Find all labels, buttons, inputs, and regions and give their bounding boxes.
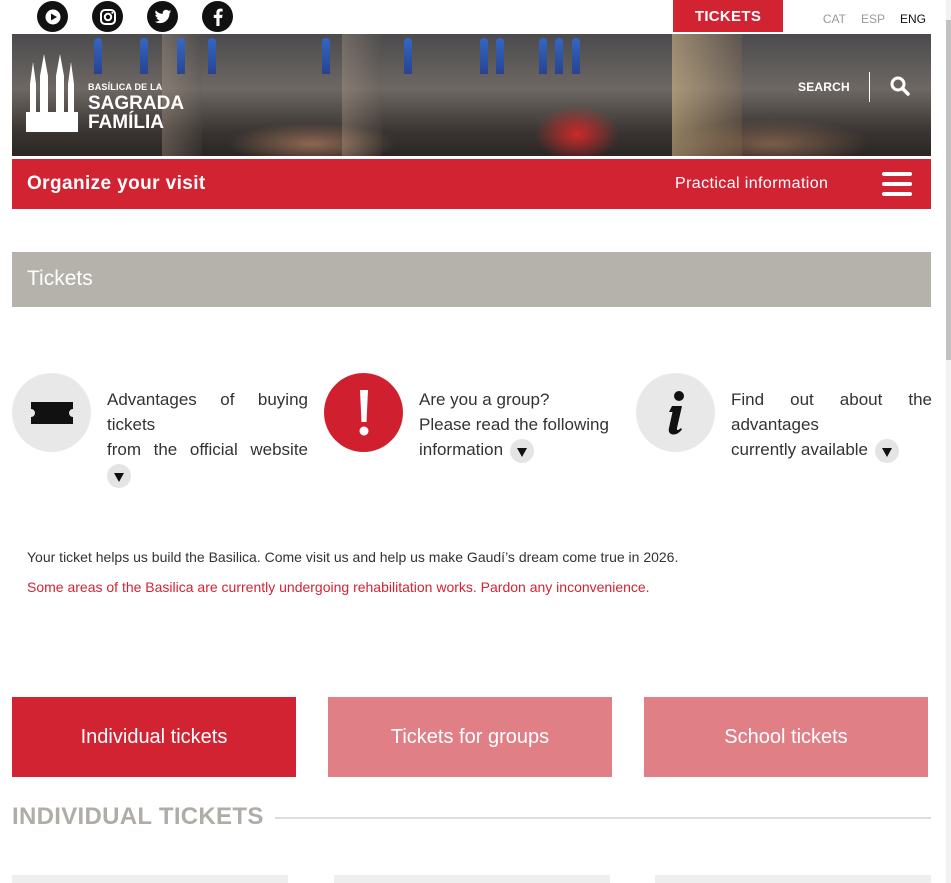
expand-arrow-button[interactable] bbox=[107, 463, 131, 488]
hero-banner: BASÍLICA DE LA SAGRADA FAMÍLIA SEARCH bbox=[12, 34, 931, 156]
feature-official-website: Advantages of buying tickets from the of… bbox=[12, 373, 308, 493]
stained-glass-window bbox=[572, 38, 580, 74]
feature-line: tickets bbox=[107, 415, 156, 434]
top-bar: TICKETS CAT ESP ENG bbox=[0, 0, 951, 34]
info-message: Your ticket helps us build the Basilica.… bbox=[27, 549, 679, 565]
tab-individual-tickets[interactable]: Individual tickets bbox=[12, 697, 296, 777]
instagram-icon[interactable] bbox=[92, 1, 123, 32]
ticket-icon bbox=[12, 373, 91, 452]
sagrada-familia-logo[interactable]: BASÍLICA DE LA SAGRADA FAMÍLIA bbox=[26, 54, 184, 132]
lang-cat[interactable]: CAT bbox=[823, 12, 846, 26]
logo-line-2: SAGRADA bbox=[88, 93, 185, 114]
ticket-card[interactable] bbox=[334, 875, 610, 883]
individual-tickets-heading: INDIVIDUAL TICKETS bbox=[12, 803, 264, 830]
search-icon[interactable] bbox=[890, 76, 910, 101]
basilica-towers-icon bbox=[26, 54, 78, 132]
feature-text: Find out about the advantages currently … bbox=[731, 387, 932, 463]
page-scrollbar[interactable] bbox=[946, 0, 951, 883]
hero-column bbox=[672, 34, 742, 156]
stained-glass-window bbox=[496, 38, 504, 74]
heading-divider bbox=[275, 817, 931, 819]
tab-school-tickets[interactable]: School tickets bbox=[644, 697, 928, 777]
feature-advantages: Find out about the advantages currently … bbox=[636, 373, 932, 493]
stained-glass-window bbox=[539, 38, 547, 74]
youtube-icon[interactable] bbox=[37, 1, 68, 32]
twitter-icon[interactable] bbox=[147, 1, 178, 32]
feature-line: Find out about the bbox=[731, 390, 932, 409]
visit-nav-bar: Organize your visit Practical informatio… bbox=[12, 159, 931, 209]
tickets-button[interactable]: TICKETS bbox=[673, 0, 783, 32]
feature-line: advantages bbox=[731, 415, 819, 434]
stained-glass-window bbox=[404, 38, 412, 74]
search-label[interactable]: SEARCH bbox=[798, 80, 850, 94]
feature-line: currently available bbox=[731, 440, 869, 459]
stained-glass-window bbox=[555, 38, 563, 74]
logo-text: BASÍLICA DE LA SAGRADA FAMÍLIA bbox=[88, 82, 185, 133]
logo-line-1: BASÍLICA DE LA bbox=[88, 82, 163, 92]
feature-groups: Are you a group? Please read the followi… bbox=[324, 373, 620, 493]
warning-message: Some areas of the Basilica are currently… bbox=[27, 579, 650, 595]
scrollbar-thumb[interactable] bbox=[946, 20, 951, 360]
search-divider bbox=[869, 72, 870, 102]
lang-eng[interactable]: ENG bbox=[900, 12, 926, 26]
expand-arrow-button[interactable] bbox=[509, 438, 534, 463]
feature-line: Are you a group? bbox=[419, 390, 550, 409]
chevron-down-icon bbox=[114, 472, 124, 482]
chevron-down-icon bbox=[516, 447, 527, 457]
facebook-icon[interactable] bbox=[202, 1, 233, 32]
stained-glass-window bbox=[208, 38, 216, 74]
feature-text: Advantages of buying tickets from the of… bbox=[107, 387, 308, 488]
feature-text: Are you a group? Please read the followi… bbox=[419, 387, 620, 463]
logo-line-3: FAMÍLIA bbox=[88, 112, 164, 133]
nav-title[interactable]: Organize your visit bbox=[27, 173, 206, 195]
expand-arrow-button[interactable] bbox=[874, 438, 899, 463]
chevron-down-icon bbox=[881, 447, 892, 457]
tab-tickets-for-groups[interactable]: Tickets for groups bbox=[328, 697, 612, 777]
hero-column bbox=[342, 34, 382, 156]
stained-glass-window bbox=[322, 38, 330, 74]
practical-info-link[interactable]: Practical information bbox=[675, 175, 828, 193]
ticket-card[interactable] bbox=[655, 875, 931, 883]
feature-line: from the official website bbox=[107, 440, 308, 459]
feature-line: Advantages of buying bbox=[107, 390, 308, 409]
lang-esp[interactable]: ESP bbox=[861, 12, 885, 26]
info-icon bbox=[636, 373, 715, 452]
exclamation-icon bbox=[324, 373, 403, 452]
menu-icon[interactable] bbox=[882, 172, 912, 196]
page-title: Tickets bbox=[12, 252, 931, 307]
stained-glass-window bbox=[480, 38, 488, 74]
feature-line: Please read the following bbox=[419, 415, 609, 434]
feature-line: information bbox=[419, 440, 504, 459]
language-switcher: CAT ESP ENG bbox=[823, 12, 926, 26]
ticket-card[interactable] bbox=[12, 875, 288, 883]
